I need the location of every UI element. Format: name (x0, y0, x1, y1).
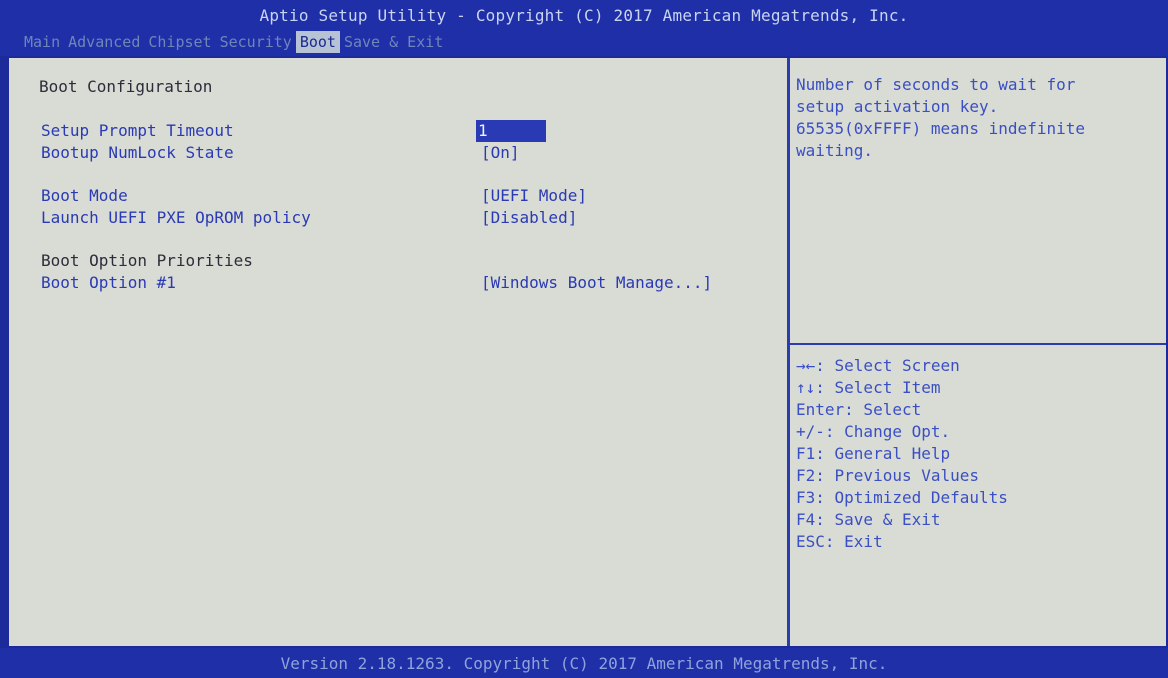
boot-option-1-value[interactable]: [Windows Boot Manage...] (481, 272, 712, 294)
help-line: Number of seconds to wait for (796, 75, 1076, 94)
setting-setup-prompt-timeout-label[interactable]: Setup Prompt Timeout (41, 120, 234, 142)
selected-value-field[interactable]: 1 (476, 120, 546, 142)
main-panel: Boot Configuration Setup Prompt Timeout … (7, 56, 1168, 648)
help-divider (790, 343, 1166, 345)
key-select-item: ↑↓: Select Item (796, 378, 941, 397)
help-line: waiting. (796, 141, 874, 160)
key-esc-exit: ESC: Exit (796, 532, 883, 551)
setting-bootup-numlock-value[interactable]: [On] (481, 142, 520, 164)
setting-boot-mode-label[interactable]: Boot Mode (41, 185, 128, 207)
setting-boot-mode-value[interactable]: [UEFI Mode] (481, 185, 587, 207)
key-optimized-defaults: F3: Optimized Defaults (796, 488, 1008, 507)
settings-pane: Boot Configuration Setup Prompt Timeout … (9, 58, 787, 646)
tab-main[interactable]: Main (20, 31, 64, 53)
tab-security[interactable]: Security (216, 31, 296, 53)
boot-option-1-label[interactable]: Boot Option #1 (41, 272, 176, 294)
key-save-exit: F4: Save & Exit (796, 510, 941, 529)
setting-bootup-numlock-label[interactable]: Bootup NumLock State (41, 142, 234, 164)
tab-advanced[interactable]: Advanced (64, 31, 144, 53)
key-enter-select: Enter: Select (796, 400, 922, 419)
version-text: Version 2.18.1263. Copyright (C) 2017 Am… (280, 654, 888, 673)
help-pane: Number of seconds to wait for setup acti… (790, 58, 1166, 646)
section-title-boot-option-priorities: Boot Option Priorities (41, 251, 253, 270)
bios-title: Aptio Setup Utility - Copyright (C) 2017… (259, 6, 909, 25)
tab-boot[interactable]: Boot (295, 31, 340, 53)
help-line: 65535(0xFFFF) means indefinite (796, 119, 1085, 138)
tab-chipset[interactable]: Chipset (144, 31, 215, 53)
help-description: Number of seconds to wait for setup acti… (796, 74, 1166, 162)
footer-bar: Version 2.18.1263. Copyright (C) 2017 Am… (0, 648, 1168, 678)
key-change-opt: +/-: Change Opt. (796, 422, 951, 441)
setting-setup-prompt-timeout-value[interactable]: 1 (476, 120, 546, 142)
setting-uefi-pxe-oprom-label[interactable]: Launch UEFI PXE OpROM policy (41, 207, 311, 229)
key-select-screen: →←: Select Screen (796, 356, 960, 375)
key-general-help: F1: General Help (796, 444, 951, 463)
key-previous-values: F2: Previous Values (796, 466, 980, 485)
menu-tabs: Main Advanced Chipset Security Boot Save… (20, 31, 447, 53)
help-line: setup activation key. (796, 97, 999, 116)
key-legend: →←: Select Screen ↑↓: Select Item Enter:… (796, 355, 1008, 553)
tab-save-exit[interactable]: Save & Exit (340, 31, 447, 53)
section-title-boot-configuration: Boot Configuration (39, 77, 213, 96)
setting-uefi-pxe-oprom-value[interactable]: [Disabled] (481, 207, 577, 229)
title-bar: Aptio Setup Utility - Copyright (C) 2017… (0, 0, 1168, 56)
